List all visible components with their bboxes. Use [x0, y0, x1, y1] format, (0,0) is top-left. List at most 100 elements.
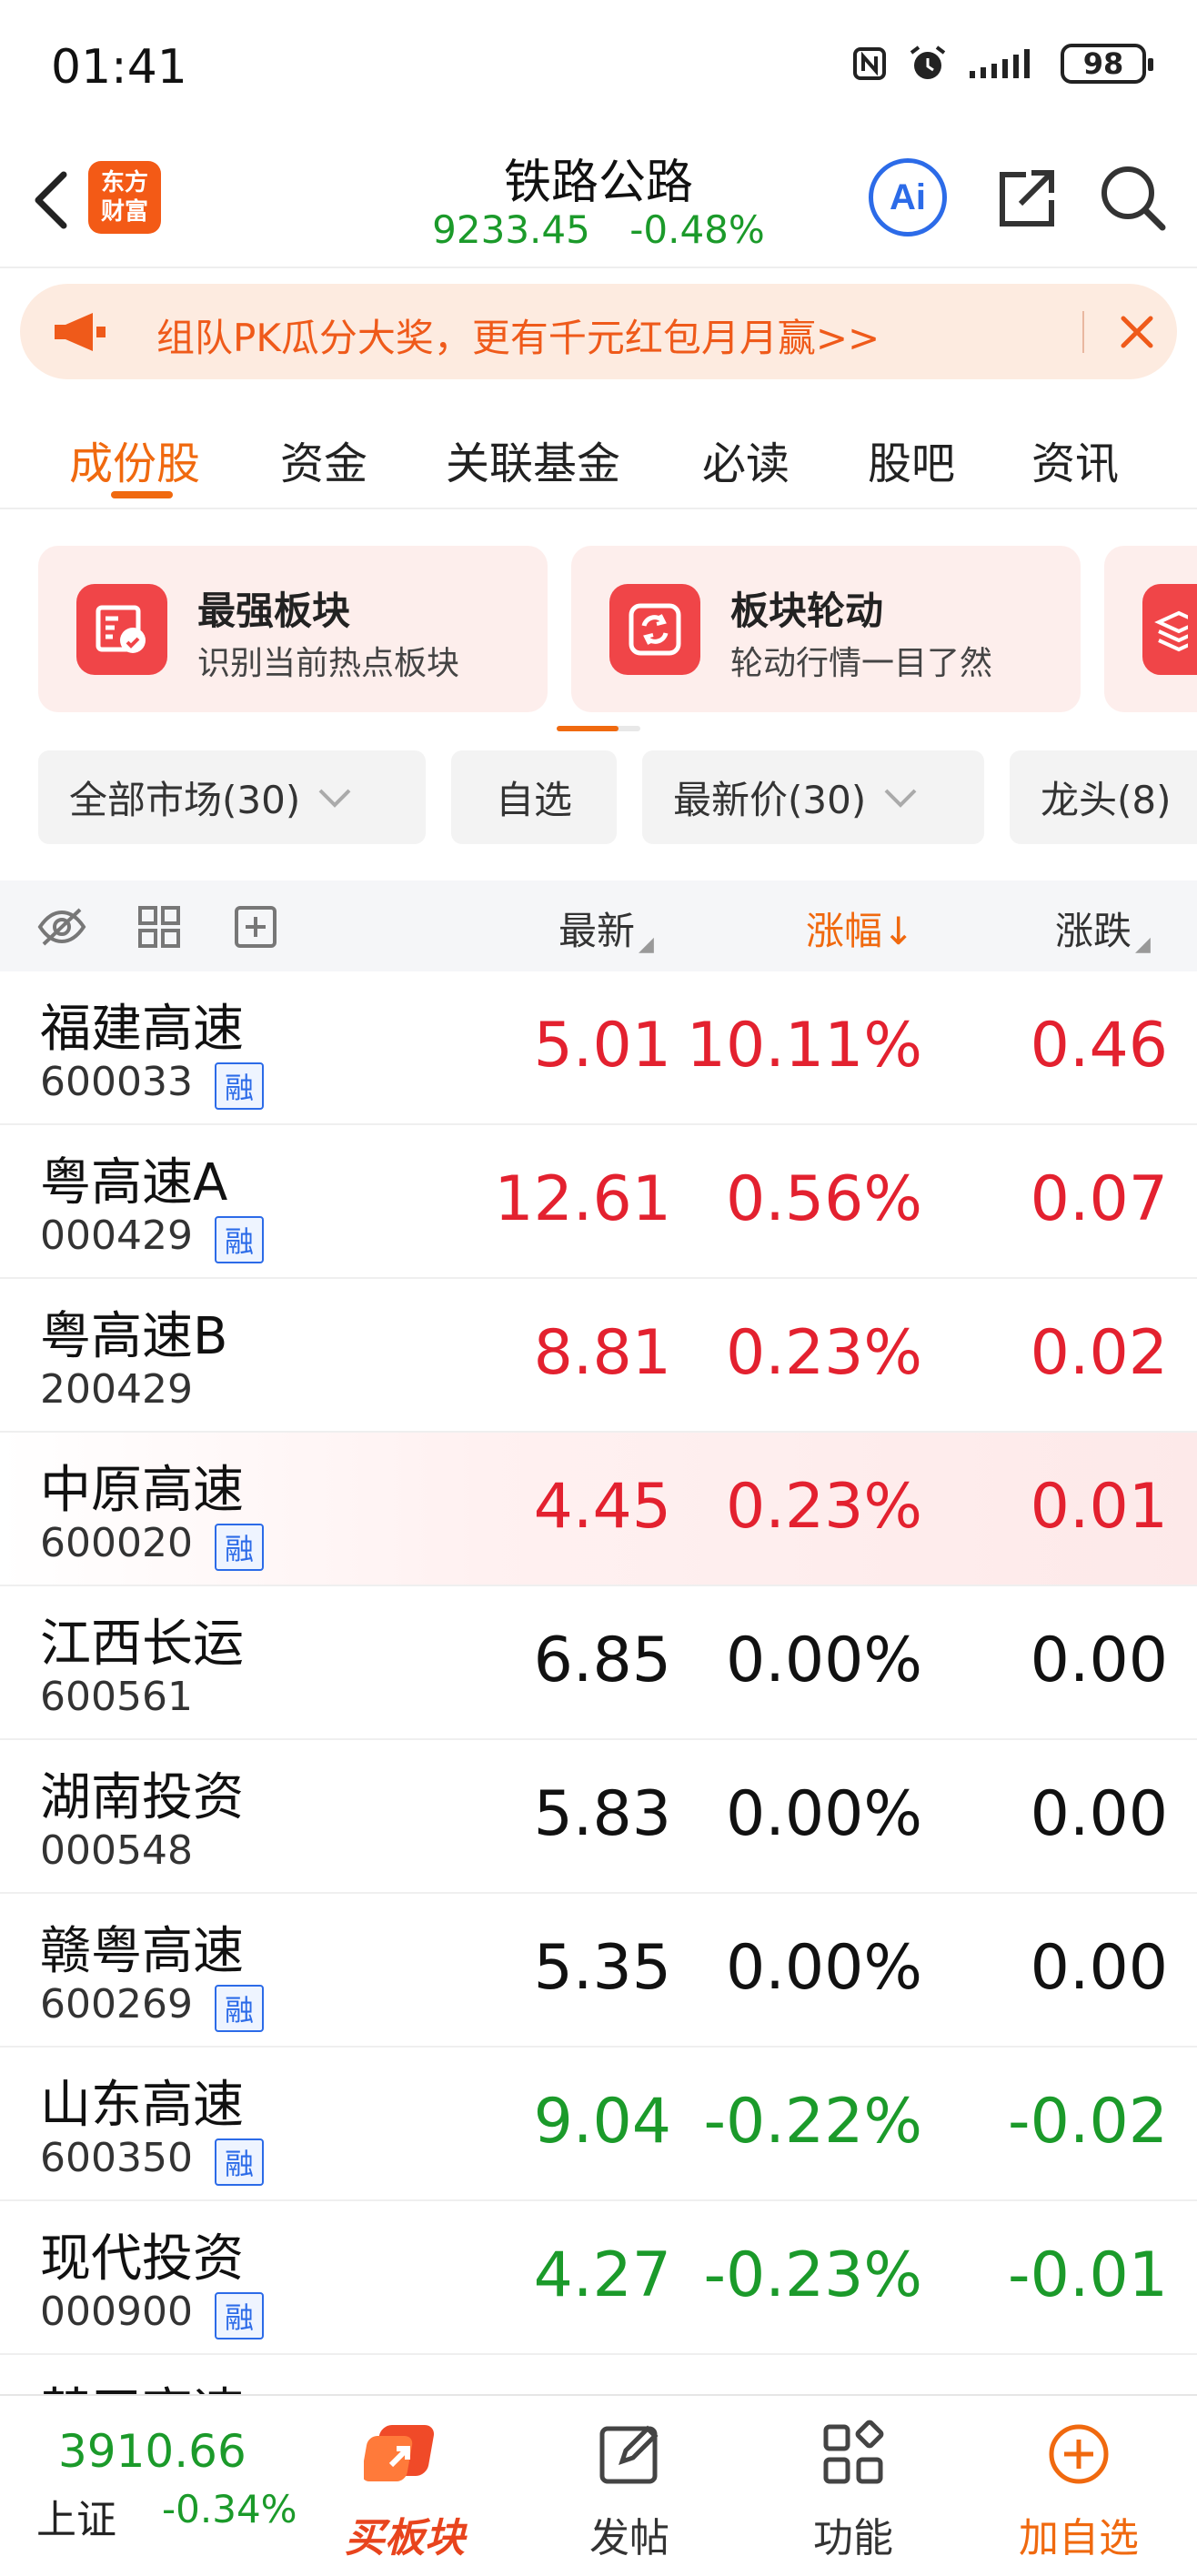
banner-text: 组队PK瓜分大奖，更有千元红包月月赢>>	[156, 316, 880, 360]
megaphone-icon	[55, 313, 106, 351]
filter-latest-price[interactable]: 最新价(30)	[642, 750, 984, 844]
share-button[interactable]	[990, 162, 1062, 238]
card-next-partial[interactable]	[1104, 546, 1197, 712]
card-desc: 轮动行情一目了然	[730, 645, 993, 682]
table-row[interactable]: 湖南投资 000548 5.83 0.00% 0.00	[0, 1740, 1197, 1894]
filter-watchlist[interactable]: 自选	[451, 750, 617, 844]
stock-code: 600020	[40, 1520, 193, 1566]
close-icon[interactable]	[1116, 311, 1158, 353]
nav-buy-sector[interactable]: 买板块	[314, 2396, 496, 2576]
nav-add-watchlist[interactable]: 加自选	[988, 2396, 1170, 2576]
status-icons: 98	[851, 44, 1153, 84]
latest-price: 9.04	[533, 2086, 671, 2158]
tab-funds-flow[interactable]: 资金	[280, 428, 367, 491]
sort-desc-arrow: ↓	[882, 909, 915, 953]
tab-forum[interactable]: 股吧	[868, 428, 955, 491]
stock-name: 楚天高速	[40, 2371, 244, 2394]
nav-post[interactable]: 发帖	[538, 2396, 720, 2576]
ai-button[interactable]: Ai	[869, 158, 947, 236]
eye-off-icon[interactable]	[36, 904, 87, 950]
add-box-icon[interactable]	[233, 904, 278, 950]
filter-market[interactable]: 全部市场(30)	[38, 750, 426, 844]
sector-index-change: -0.48%	[629, 207, 765, 252]
strongest-sector-icon	[76, 584, 167, 675]
margin-trading-badge: 融	[215, 1524, 264, 1571]
change-pct: -0.22%	[703, 2086, 922, 2158]
tab-news[interactable]: 资讯	[1031, 428, 1119, 491]
stock-code: 200429	[40, 1366, 193, 1413]
col-change[interactable]: 涨跌 ◢	[1055, 901, 1151, 956]
card-title: 板块轮动	[730, 589, 884, 633]
table-row[interactable]: 现代投资 000900 融 4.27 -0.23% -0.01	[0, 2201, 1197, 2355]
change-pct: 0.00%	[725, 1778, 922, 1850]
change-pct: -0.23%	[703, 2239, 922, 2311]
nfc-icon	[853, 47, 886, 80]
post-edit-icon	[599, 2425, 659, 2484]
stock-name: 福建高速	[40, 1000, 244, 1059]
sort-indicator: ◢	[1135, 933, 1151, 956]
stock-name: 粤高速A	[40, 1153, 228, 1213]
stock-code: 000900	[40, 2289, 193, 2335]
latest-price: 6.85	[533, 1625, 671, 1696]
stock-code: 600350	[40, 2135, 193, 2181]
table-row[interactable]: 山东高速 600350 融 9.04 -0.22% -0.02	[0, 2048, 1197, 2201]
stock-code: 600561	[40, 1674, 193, 1720]
col-latest-price[interactable]: 最新 ◢	[558, 901, 654, 956]
nav-functions[interactable]: 功能	[762, 2396, 944, 2576]
change-amount: 0.02	[1030, 1317, 1168, 1389]
tab-bar: 成份股 资金 关联基金 必读 股吧 资讯	[0, 400, 1197, 509]
stock-name: 现代投资	[40, 2229, 244, 2289]
rotation-icon	[609, 584, 700, 675]
tab-constituents[interactable]: 成份股	[69, 428, 200, 491]
battery-level: 98	[1082, 46, 1124, 81]
change-pct: 0.23%	[725, 1471, 922, 1543]
table-row[interactable]: 粤高速A 000429 融 12.61 0.56% 0.07	[0, 1125, 1197, 1279]
change-amount: -0.01	[1008, 2239, 1168, 2311]
stock-code: 600269	[40, 1981, 193, 2028]
change-pct: 0.00%	[725, 1625, 922, 1696]
table-row[interactable]: 楚天高速	[0, 2355, 1197, 2394]
tab-related-funds[interactable]: 关联基金	[446, 428, 620, 491]
layers-icon	[1142, 584, 1197, 675]
latest-price: 4.45	[533, 1471, 671, 1543]
promo-banner[interactable]: 组队PK瓜分大奖，更有千元红包月月赢>>	[20, 284, 1177, 379]
stock-name: 江西长运	[40, 1615, 244, 1674]
battery-indicator: 98	[1061, 44, 1153, 84]
change-pct: 0.56%	[725, 1163, 922, 1235]
table-row[interactable]: 赣粤高速 600269 融 5.35 0.00% 0.00	[0, 1894, 1197, 2048]
search-icon	[1101, 166, 1166, 231]
nav-label: 买板块	[345, 2515, 465, 2561]
latest-price: 5.83	[533, 1778, 671, 1850]
tab-underline	[111, 491, 173, 498]
change-amount: 0.00	[1030, 1625, 1168, 1696]
col-change-pct-label: 涨幅	[806, 909, 883, 953]
table-row[interactable]: 福建高速 600033 融 5.01 10.11% 0.46	[0, 971, 1197, 1125]
stock-code: 000429	[40, 1213, 193, 1259]
tab-must-read[interactable]: 必读	[702, 428, 790, 491]
filter-market-label: 全部市场(30)	[69, 778, 301, 822]
sector-index-value: 9233.45	[432, 207, 590, 252]
table-row[interactable]: 粤高速B 200429 8.81 0.23% 0.02	[0, 1279, 1197, 1433]
search-button[interactable]	[1097, 162, 1170, 238]
table-row[interactable]: 江西长运 600561 6.85 0.00% 0.00	[0, 1586, 1197, 1740]
card-sector-rotation[interactable]: 板块轮动 轮动行情一目了然	[571, 546, 1081, 712]
table-row[interactable]: 中原高速 600020 融 4.45 0.23% 0.01	[0, 1433, 1197, 1586]
change-amount: 0.01	[1030, 1471, 1168, 1543]
latest-price: 12.61	[494, 1163, 671, 1235]
filter-latest-price-label: 最新价(30)	[673, 778, 867, 822]
table-header: 最新 ◢ 涨幅↓ 涨跌 ◢	[0, 880, 1197, 971]
card-desc: 识别当前热点板块	[197, 645, 460, 682]
alarm-icon	[910, 45, 946, 79]
col-change-pct[interactable]: 涨幅↓	[806, 901, 914, 956]
chevron-down-icon	[318, 789, 351, 808]
margin-trading-badge: 融	[215, 2292, 264, 2340]
latest-price: 4.27	[533, 2239, 671, 2311]
card-strongest-sector[interactable]: 最强板块 识别当前热点板块	[38, 546, 548, 712]
bottom-bar: 3910.66 上证 -0.34% 买板块 发帖 功能 加自选	[0, 2394, 1197, 2576]
stock-name: 粤高速B	[40, 1307, 228, 1366]
nav-label: 加自选	[1019, 2515, 1139, 2561]
filter-leader[interactable]: 龙头(8)	[1010, 750, 1197, 844]
grid-view-icon[interactable]	[136, 904, 182, 950]
stock-name: 赣粤高速	[40, 1922, 244, 1981]
index-name: 上证	[36, 2497, 116, 2543]
